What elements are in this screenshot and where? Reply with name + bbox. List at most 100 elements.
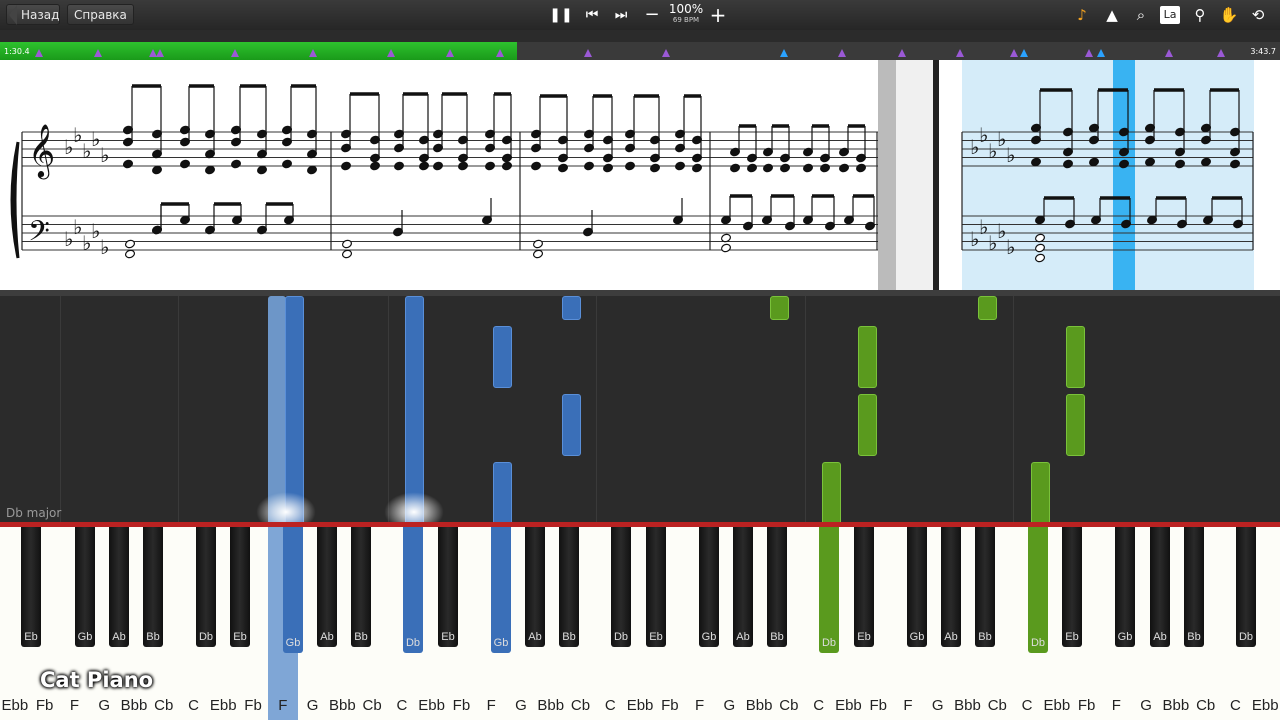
progress-marker[interactable] — [309, 49, 317, 57]
black-key[interactable]: Ab — [525, 527, 545, 647]
progress-marker[interactable] — [1020, 49, 1028, 57]
black-key[interactable]: Bb — [767, 527, 787, 647]
note-head — [502, 161, 512, 171]
plus-icon[interactable]: + — [705, 0, 731, 30]
white-key-label: Fb — [244, 697, 262, 714]
note-head — [675, 161, 685, 171]
falling-note — [1066, 394, 1085, 456]
black-key[interactable]: Db — [403, 527, 423, 653]
roll-gridline — [1013, 296, 1014, 528]
hand-icon[interactable]: ✋ — [1217, 4, 1241, 26]
note-head — [1035, 243, 1045, 253]
black-key-label: Db — [821, 637, 837, 649]
black-key[interactable]: Db — [611, 527, 631, 647]
black-key[interactable]: Db — [196, 527, 216, 647]
black-key[interactable]: Bb — [351, 527, 371, 647]
help-button[interactable]: Справка — [67, 4, 134, 25]
black-key[interactable]: Db — [1028, 527, 1048, 653]
note-head — [730, 163, 740, 173]
tempo-bpm: 69 BPM — [672, 16, 700, 24]
progress-marker[interactable] — [1085, 49, 1093, 57]
note-head — [394, 161, 404, 171]
progress-marker[interactable] — [584, 49, 592, 57]
progress-marker[interactable] — [1165, 49, 1173, 57]
falling-note — [822, 462, 841, 530]
black-key[interactable]: Gb — [491, 527, 511, 653]
black-key[interactable]: Ab — [941, 527, 961, 647]
note-head — [1089, 157, 1099, 167]
total-time: 3:43.7 — [1250, 47, 1276, 56]
note-head — [856, 163, 866, 173]
black-key-label: Bb — [770, 631, 784, 643]
black-key[interactable]: Gb — [1115, 527, 1135, 647]
skip-back-icon[interactable]: ⏮ — [579, 0, 605, 30]
loop-icon[interactable]: ⟲ — [1246, 4, 1270, 26]
black-key[interactable]: Ab — [733, 527, 753, 647]
black-key[interactable]: Eb — [438, 527, 458, 647]
white-key-label: G — [723, 697, 736, 714]
progress-marker[interactable] — [780, 49, 788, 57]
progress-marker[interactable] — [1010, 49, 1018, 57]
white-key-label: Bbb — [120, 697, 148, 714]
black-key[interactable]: Eb — [230, 527, 250, 647]
black-key[interactable]: Bb — [559, 527, 579, 647]
white-key-label: Ebb — [1043, 697, 1071, 714]
black-key[interactable]: Ab — [109, 527, 129, 647]
progress-marker[interactable] — [35, 49, 43, 57]
black-key-label: Gb — [701, 631, 717, 643]
black-key[interactable]: Bb — [1184, 527, 1204, 647]
la-icon[interactable]: La — [1160, 6, 1180, 24]
white-key-label: F — [69, 697, 79, 714]
progress-marker[interactable] — [496, 49, 504, 57]
black-key-label: Ab — [112, 631, 126, 643]
song-progress-bar[interactable]: 1:30.4 3:43.7 — [0, 30, 1280, 60]
progress-marker[interactable] — [1217, 49, 1225, 57]
search-icon[interactable]: ⌕ — [1129, 4, 1153, 26]
minus-icon[interactable]: − — [639, 0, 665, 30]
pause-icon[interactable]: ❚❚ — [548, 0, 574, 30]
note-icon[interactable]: ♪ — [1070, 4, 1094, 26]
pin-icon[interactable]: ⚲ — [1188, 4, 1212, 26]
black-key[interactable]: Gb — [907, 527, 927, 647]
black-key[interactable]: Ab — [1150, 527, 1170, 647]
progress-marker[interactable] — [662, 49, 670, 57]
black-key-label: Gb — [77, 631, 93, 643]
black-key[interactable]: Eb — [646, 527, 666, 647]
white-key-label: Cb — [1196, 697, 1216, 714]
metronome-icon[interactable]: ▲ — [1100, 4, 1124, 26]
progress-marker[interactable] — [838, 49, 846, 57]
black-key[interactable]: Gb — [75, 527, 95, 647]
progress-marker[interactable] — [231, 49, 239, 57]
black-key[interactable]: Eb — [1062, 527, 1082, 647]
back-button[interactable]: Назад — [6, 4, 60, 25]
watermark: Cat Piano — [40, 668, 154, 692]
falling-note — [858, 326, 877, 388]
progress-marker[interactable] — [956, 49, 964, 57]
black-key[interactable]: Db — [819, 527, 839, 653]
white-key-label: G — [931, 697, 944, 714]
progress-marker[interactable] — [94, 49, 102, 57]
black-key[interactable]: Gb — [699, 527, 719, 647]
note-head — [839, 163, 849, 173]
white-key-label: C — [1021, 697, 1033, 714]
black-key[interactable]: Ab — [317, 527, 337, 647]
black-key[interactable]: Eb — [854, 527, 874, 647]
note-head — [650, 163, 660, 173]
progress-marker[interactable] — [446, 49, 454, 57]
progress-marker[interactable] — [156, 49, 164, 57]
falling-note — [1031, 462, 1050, 530]
piano-keyboard[interactable]: Ebb Fb F G Bbb Cb C Ebb Fb F G Bbb Cb C Ebb Fb F G Bbb Cb C E… — [0, 522, 1280, 720]
progress-marker[interactable] — [387, 49, 395, 57]
progress-marker[interactable] — [1097, 49, 1105, 57]
progress-marker[interactable] — [898, 49, 906, 57]
skip-forward-icon[interactable]: ⏭ — [608, 0, 634, 30]
black-key[interactable]: Bb — [975, 527, 995, 647]
black-key[interactable]: Db — [1236, 527, 1256, 647]
black-key[interactable]: Eb — [21, 527, 41, 647]
black-key[interactable]: Bb — [143, 527, 163, 647]
falling-note — [562, 394, 581, 456]
black-key[interactable]: Gb — [283, 527, 303, 653]
white-key-label: Bbb — [954, 697, 981, 714]
note-head — [533, 239, 543, 249]
sheet-music[interactable]: 𝄞 𝄢 ♭ ♭ ♭ ♭ ♭ ♭ ♭ ♭ ♭ ♭ ♭ ♭ ♭ ♭ ♭ ♭ ♭ ♭ ♭ ♭ — [0, 60, 1280, 290]
